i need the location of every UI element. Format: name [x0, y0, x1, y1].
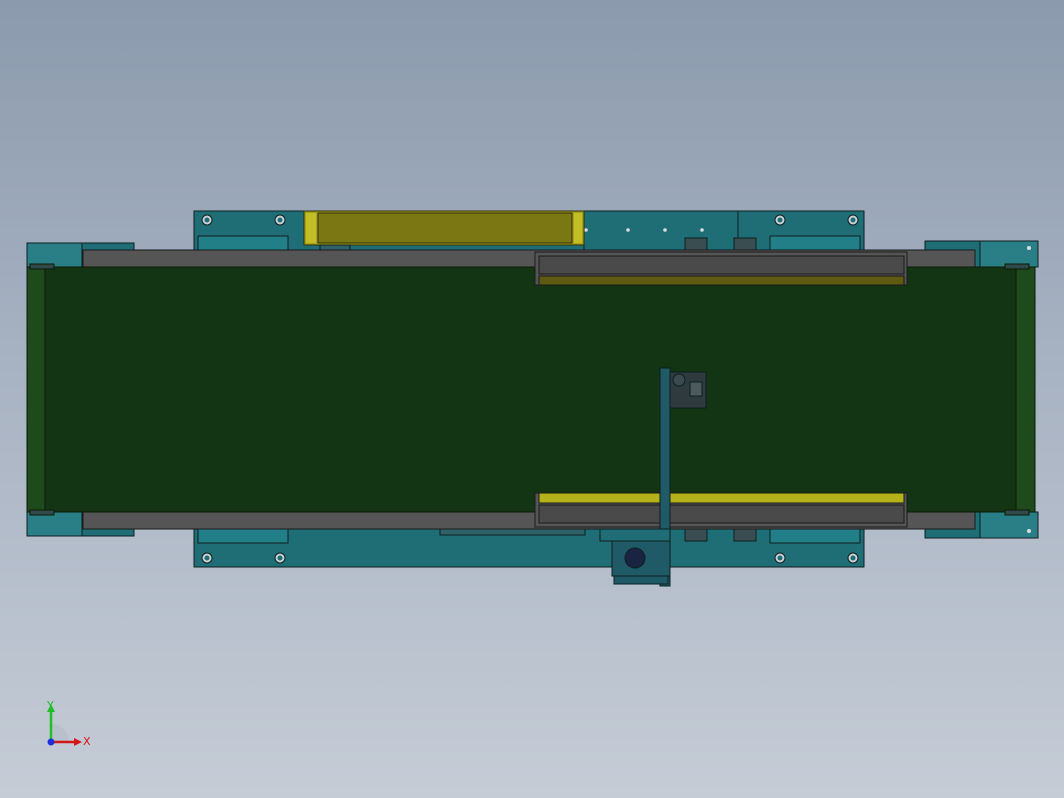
triad-x-label: X	[83, 735, 91, 748]
coordinate-triad: Y X	[40, 700, 100, 760]
triad-y-label: Y	[47, 699, 54, 712]
graphics-viewport[interactable]: Y X	[0, 0, 1064, 798]
motor-cover[interactable]	[303, 210, 585, 246]
conveyor-belt[interactable]	[26, 266, 1036, 513]
conveyor-model[interactable]	[0, 0, 1064, 798]
guide-rail-top[interactable]	[534, 251, 908, 286]
guide-rail-bottom[interactable]	[534, 492, 908, 528]
